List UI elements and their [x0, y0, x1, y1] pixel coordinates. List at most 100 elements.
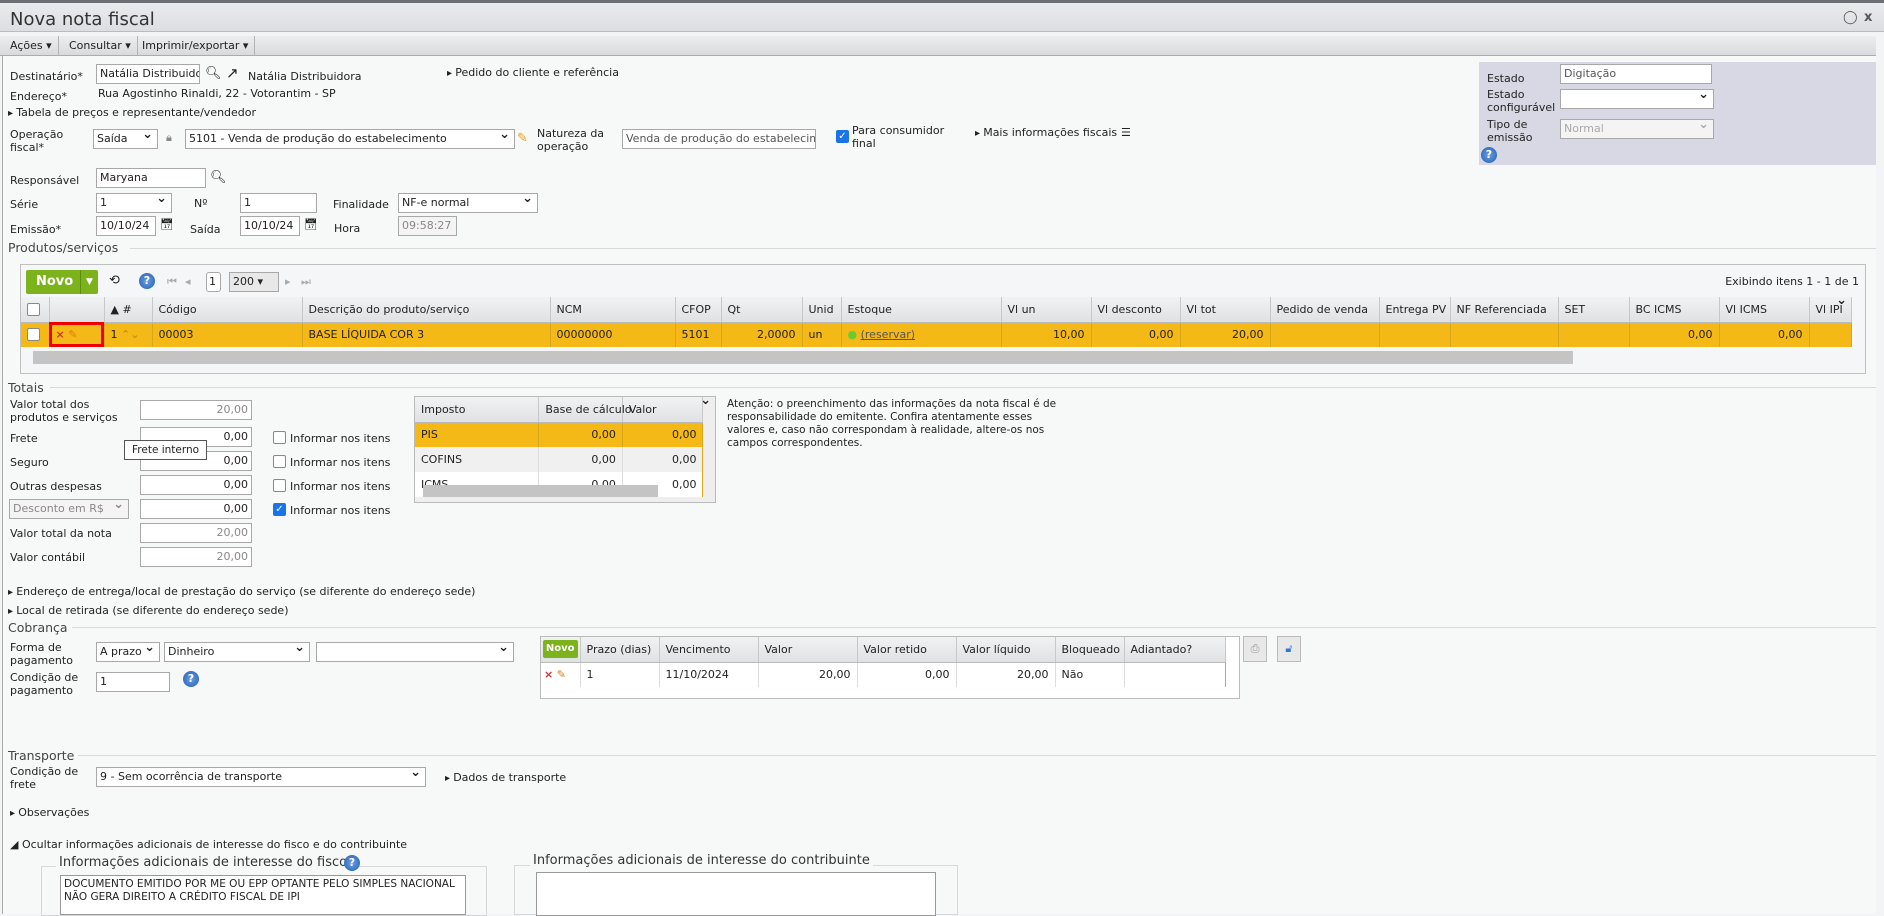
ocultar-info-link[interactable]: ◢ Ocultar informações adicionais de inte… [10, 838, 407, 851]
numero-input[interactable]: 1 [240, 193, 317, 213]
informar-desconto-checkbox[interactable]: ✓ [273, 503, 286, 516]
select-all-checkbox[interactable] [21, 297, 50, 323]
menu-imprimir-exportar[interactable]: Imprimir/exportar ▾ [136, 36, 256, 56]
close-icon[interactable]: x [1864, 10, 1872, 25]
novo-button[interactable]: Novo ▼ [26, 270, 98, 294]
col-entrega[interactable]: Entrega PV [1379, 297, 1451, 323]
emissao-input[interactable]: 10/10/24 [96, 216, 156, 236]
reservar-link[interactable]: (reservar) [861, 328, 915, 341]
informar-seguro-checkbox[interactable] [273, 455, 286, 468]
observacoes-link[interactable]: Observações [10, 806, 89, 819]
outras-despesas-input[interactable]: 0,00 [140, 475, 252, 495]
row-checkbox[interactable] [21, 322, 50, 347]
condicao-frete-select[interactable]: 9 - Sem ocorrência de transporte [96, 767, 426, 787]
next-page-icon[interactable]: ▸ [285, 275, 291, 288]
condicao-pagamento-input[interactable]: 1 [96, 672, 170, 692]
table-row[interactable]: × ✎ 1 ⌃⌄ 00003 BASE LÍQUIDA COR 3 000000… [21, 322, 1852, 347]
prazo-select[interactable]: A prazo [96, 642, 160, 662]
menu-consultar[interactable]: Consultar ▾ [63, 36, 138, 56]
desconto-tipo-select[interactable]: Desconto em R$ [9, 499, 129, 519]
table-row[interactable]: PIS 0,00 0,00 [415, 422, 704, 447]
speech-bubble-icon[interactable]: ◯ [1843, 10, 1858, 25]
serie-select[interactable]: 1 [96, 193, 172, 213]
external-link-icon[interactable]: ↗ [226, 64, 239, 82]
delete-icon[interactable]: × [544, 668, 553, 681]
saida-input[interactable]: 10/10/24 [240, 216, 300, 236]
responsavel-input[interactable]: Maryana [96, 168, 206, 188]
desconto-input[interactable]: 0,00 [140, 499, 252, 519]
finalidade-select[interactable]: NF-e normal [398, 193, 538, 213]
col-vl-tot[interactable]: Vl tot [1180, 297, 1271, 323]
page-size-select[interactable]: 200 ▾ [229, 272, 279, 292]
destinatario-input[interactable]: Natália Distribuidora [96, 64, 200, 84]
tabela-precos-link[interactable]: Tabela de preços e representante/vendedo… [8, 106, 256, 119]
dados-transporte-link[interactable]: Dados de transporte [445, 771, 566, 784]
consumidor-final-checkbox[interactable]: ✓ [836, 130, 849, 143]
informar-frete-checkbox[interactable] [273, 431, 286, 444]
horizontal-scrollbar[interactable] [423, 485, 658, 497]
unlock-icon[interactable]: 🔓︎ [1277, 636, 1301, 662]
col-cfop[interactable]: CFOP [675, 297, 722, 323]
informar-outras-checkbox[interactable] [273, 479, 286, 492]
col-vl-un[interactable]: Vl un [1001, 297, 1092, 323]
document-icon[interactable]: ☰ [1121, 126, 1131, 139]
page-input[interactable]: 1 [206, 272, 221, 292]
print-icon[interactable]: ⎙ [1243, 636, 1267, 662]
col-set[interactable]: SET [1558, 297, 1630, 323]
estado-input[interactable]: Digitação [1560, 64, 1712, 84]
menu-acoes[interactable]: Ações ▾ [4, 36, 59, 56]
informar-label: Informar nos itens [290, 456, 391, 469]
meio-pagamento-select[interactable]: Dinheiro [164, 642, 310, 662]
estado-configuravel-select[interactable] [1560, 89, 1714, 109]
novo-label: Novo [36, 274, 74, 289]
natureza-input[interactable]: Venda de produção do estabelecimento [622, 129, 816, 149]
valor-produtos-input[interactable]: 20,00 [140, 400, 252, 420]
col-qt[interactable]: Qt [721, 297, 803, 323]
operacao-tipo-select[interactable]: Saída [93, 129, 158, 149]
fisco-textarea[interactable]: DOCUMENTO EMITIDO POR ME OU EPP OPTANTE … [60, 875, 466, 915]
col-pedido[interactable]: Pedido de venda [1270, 297, 1380, 323]
first-page-icon[interactable]: ⏮ [167, 275, 177, 289]
contribuinte-textarea[interactable] [536, 872, 936, 916]
col-vl-icms[interactable]: Vl ICMS [1719, 297, 1810, 323]
search-icon[interactable]: 🔍︎ [210, 170, 227, 185]
prev-page-icon[interactable]: ◂ [185, 275, 191, 288]
destinatario-link[interactable]: Natália Distribuidora [248, 70, 362, 83]
col-unid[interactable]: Unid [802, 297, 842, 323]
local-retirada-link[interactable]: Local de retirada (se diferente do ender… [8, 604, 288, 617]
refresh-icon[interactable]: ⟲ [109, 273, 120, 288]
col-ncm[interactable]: NCM [550, 297, 676, 323]
help-icon[interactable]: ? [344, 855, 360, 871]
calendar-icon[interactable]: 📅︎ [304, 218, 318, 231]
col-codigo[interactable]: Código [152, 297, 303, 323]
search-icon[interactable]: 🔍︎ [205, 66, 222, 81]
horizontal-scrollbar[interactable] [33, 351, 1573, 364]
col-bc-icms[interactable]: BC ICMS [1629, 297, 1720, 323]
col-estoque[interactable]: Estoque [841, 297, 1002, 323]
novo-parcela-button[interactable]: Novo [543, 640, 578, 659]
col-number[interactable]: ▲ # [104, 297, 153, 323]
hora-input[interactable]: 09:58:27 [398, 216, 457, 236]
delete-icon[interactable]: × [56, 328, 65, 341]
pedido-cliente-link[interactable]: Pedido do cliente e referência [447, 66, 619, 79]
help-icon[interactable]: ? [183, 671, 199, 687]
pencil-icon[interactable]: ✎ [517, 131, 528, 146]
valor-nota-input[interactable]: 20,00 [140, 523, 252, 543]
valor-contabil-input[interactable]: 20,00 [140, 547, 252, 567]
operacao-select[interactable]: 5101 - Venda de produção do estabelecime… [185, 129, 515, 149]
help-icon[interactable]: ? [1481, 147, 1497, 163]
col-nf-ref[interactable]: NF Referenciada [1450, 297, 1559, 323]
col-descricao[interactable]: Descrição do produto/serviço [302, 297, 551, 323]
table-row[interactable]: × ✎ 1 11/10/2024 20,00 0,00 20,00 Não [541, 662, 1226, 687]
col-vl-desconto[interactable]: Vl desconto [1091, 297, 1181, 323]
help-icon[interactable]: ? [139, 273, 155, 289]
pencil-icon[interactable]: ✎ [557, 668, 566, 681]
extra-select[interactable] [316, 642, 514, 662]
calendar-icon[interactable]: 📅︎ [160, 218, 174, 231]
pencil-icon[interactable]: ✎ [68, 328, 77, 341]
col-base: Base de cálculo [538, 397, 632, 423]
table-row[interactable]: COFINS 0,00 0,00 [415, 447, 704, 472]
endereco-entrega-link[interactable]: Endereço de entrega/local de prestação d… [8, 585, 475, 598]
mais-informacoes-link[interactable]: Mais informações fiscais [975, 126, 1117, 139]
last-page-icon[interactable]: ⏭ [301, 275, 311, 289]
